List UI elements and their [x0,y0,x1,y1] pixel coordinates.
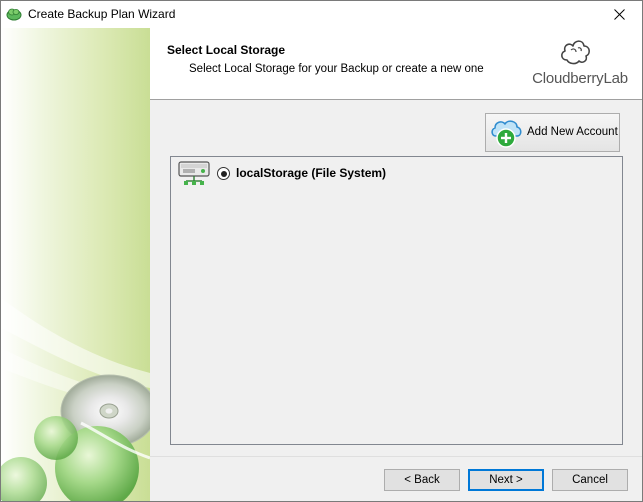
storage-list[interactable]: localStorage (File System) [170,156,623,445]
cancel-button[interactable]: Cancel [552,469,628,491]
title-bar: Create Backup Plan Wizard [1,1,642,28]
wizard-header: Select Local Storage Select Local Storag… [150,28,642,100]
cloudberry-app-icon [6,7,22,21]
cloudberry-logo: CloudberryLab [530,36,630,94]
add-new-account-label: Add New Account [527,126,618,138]
local-drive-icon [177,159,211,189]
footer-divider [150,456,642,457]
storage-radio-selected[interactable] [217,167,230,180]
next-button[interactable]: Next > [468,469,544,491]
page-subtitle: Select Local Storage for your Backup or … [189,63,484,75]
storage-item-local[interactable]: localStorage (File System) [175,159,435,189]
page-title: Select Local Storage [167,43,286,57]
logo-text: CloudberryLab [532,70,628,87]
wizard-side-banner [1,28,150,501]
close-icon [613,9,625,20]
window-title: Create Backup Plan Wizard [28,7,176,21]
cloud-add-icon [490,118,522,148]
storage-item-label: localStorage (File System) [236,166,387,180]
disc-illustration [1,298,150,501]
close-button[interactable] [596,1,642,28]
cloud-logo-icon [561,40,590,65]
add-new-account-button[interactable]: Add New Account [485,113,620,152]
wizard-window: Create Backup Plan Wizard Select Local S… [0,0,643,502]
back-button[interactable]: < Back [384,469,460,491]
